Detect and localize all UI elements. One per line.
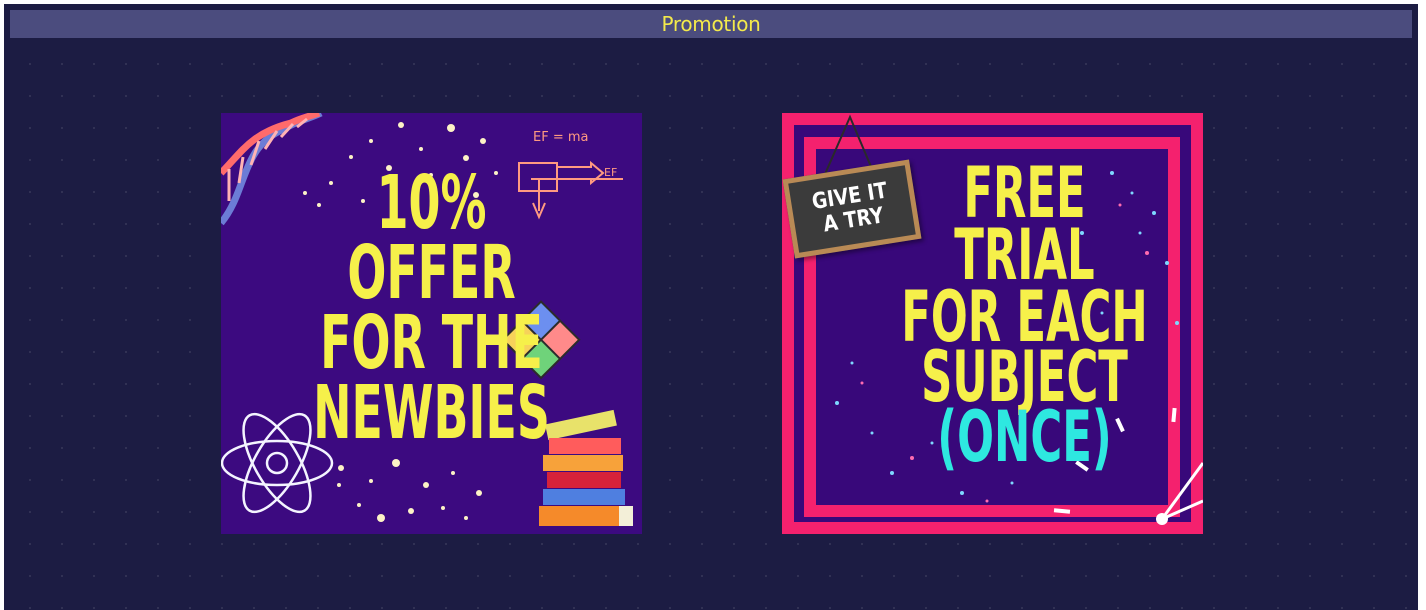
promotion-page: Promotion EF = ma EF 10% OFFER FOR THE N…: [4, 4, 1418, 610]
formula-text: EF = ma: [533, 130, 588, 145]
headline-line-once: (ONCE): [937, 396, 1112, 478]
headline-line: 10%: [376, 160, 487, 246]
vector-label: EF: [604, 166, 617, 179]
page-title: Promotion: [661, 12, 761, 36]
headline-line: FOR THE: [320, 300, 543, 386]
title-bar: Promotion: [10, 10, 1412, 38]
headline-line: OFFER: [347, 230, 516, 316]
promo-card-newbies-offer[interactable]: EF = ma EF 10% OFFER FOR THE NEWBIES: [221, 113, 642, 534]
promo-card-free-trial[interactable]: GIVE IT A TRY FREE TRIAL FOR EACH SUBJEC…: [782, 113, 1203, 534]
headline-line: NEWBIES: [313, 370, 550, 456]
